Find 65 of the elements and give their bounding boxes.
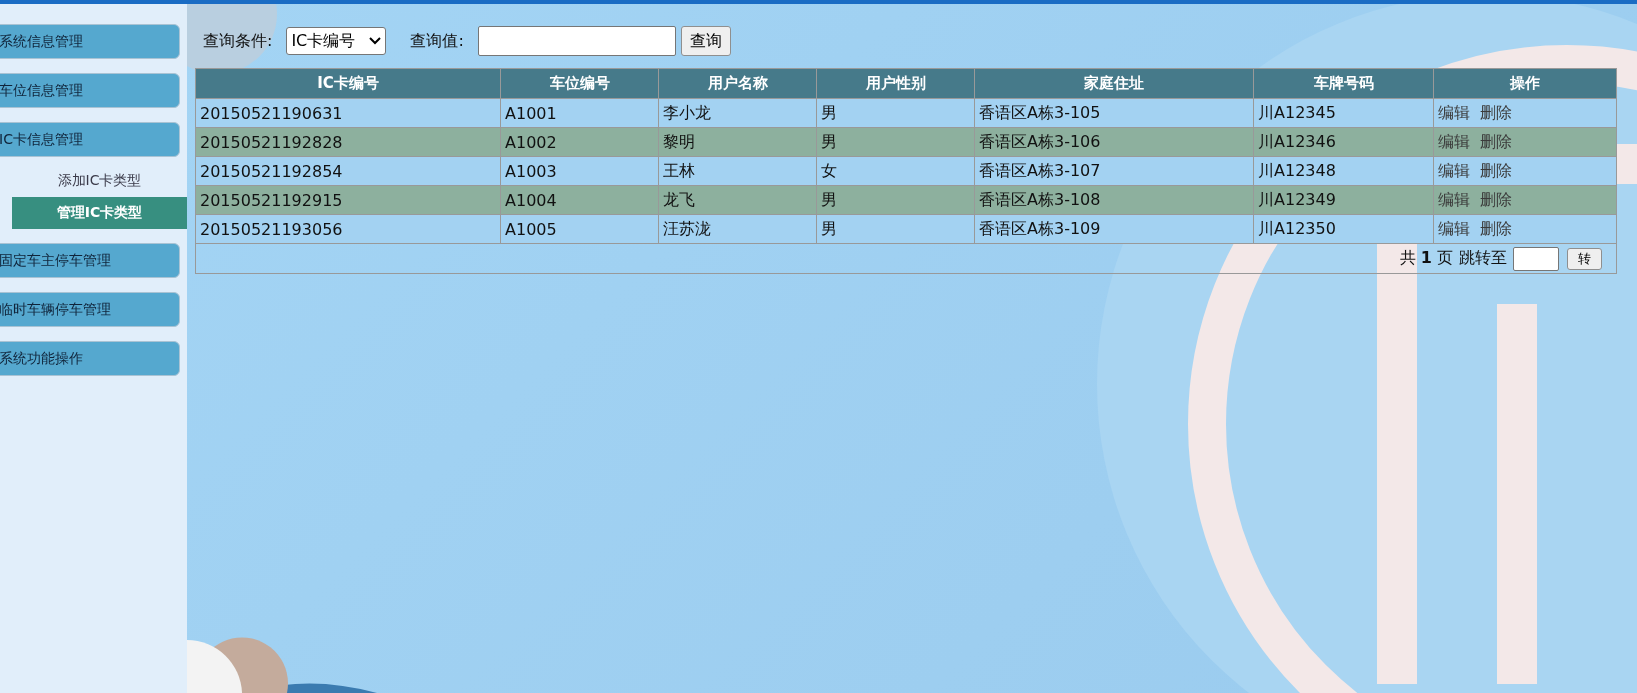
value-label: 查询值: [410, 30, 464, 52]
table-cell: 李小龙 [658, 98, 817, 128]
delete-link[interactable]: 删除 [1480, 102, 1512, 122]
column-header: 操作 [1433, 68, 1617, 99]
table-cell: 川A12348 [1253, 156, 1434, 186]
table-cell: A1001 [500, 98, 659, 128]
column-header: 家庭住址 [974, 68, 1254, 99]
table-cell: 黎明 [658, 127, 817, 157]
table-cell: 龙飞 [658, 185, 817, 215]
table-cell: 香语区A栋3-106 [974, 127, 1254, 157]
menu-item[interactable]: IC卡信息管理 [0, 122, 180, 157]
column-header: 用户名称 [658, 68, 817, 99]
menu-item[interactable]: 车位信息管理 [0, 73, 180, 108]
condition-label: 查询条件: [203, 30, 273, 52]
menu-item[interactable]: 临时车辆停车管理 [0, 292, 180, 327]
table-cell: A1005 [500, 214, 659, 244]
table-cell: 男 [816, 214, 975, 244]
search-button[interactable]: 查询 [680, 26, 731, 56]
table-cell: 王林 [658, 156, 817, 186]
column-header: 用户性别 [816, 68, 975, 99]
table-cell: 香语区A栋3-105 [974, 98, 1254, 128]
table-cell: 20150521192828 [195, 127, 501, 157]
table-cell: 20150521190631 [195, 98, 501, 128]
table-cell: 川A12350 [1253, 214, 1434, 244]
menu-item[interactable]: 系统信息管理 [0, 24, 180, 59]
menu-item[interactable]: 固定车主停车管理 [0, 243, 180, 278]
condition-select[interactable]: IC卡编号 [286, 27, 387, 55]
delete-link[interactable]: 删除 [1480, 218, 1512, 238]
table-cell: 香语区A栋3-107 [974, 156, 1254, 186]
table-cell: 男 [816, 127, 975, 157]
table-cell: 女 [816, 156, 975, 186]
delete-link[interactable]: 删除 [1480, 131, 1512, 151]
table-cell: 川A12349 [1253, 185, 1434, 215]
edit-link[interactable]: 编辑 [1438, 160, 1470, 180]
search-field[interactable] [477, 26, 676, 56]
table-cell: 20150521192854 [195, 156, 501, 186]
table-cell: 20150521192915 [195, 185, 501, 215]
table-cell: 川A12346 [1253, 127, 1434, 157]
submenu-item[interactable]: 添加IC卡类型 [12, 165, 187, 197]
submenu-item[interactable]: 管理IC卡类型 [12, 197, 187, 229]
edit-link[interactable]: 编辑 [1438, 218, 1470, 238]
page-count-text: 共 1 页 [1399, 248, 1453, 269]
table-cell: 20150521193056 [195, 214, 501, 244]
edit-link[interactable]: 编辑 [1438, 189, 1470, 209]
table-cell: 香语区A栋3-108 [974, 185, 1254, 215]
table-cell: 香语区A栋3-109 [974, 214, 1254, 244]
column-header: 车位编号 [500, 68, 659, 99]
edit-link[interactable]: 编辑 [1438, 102, 1470, 122]
column-header: IC卡编号 [195, 68, 501, 99]
edit-link[interactable]: 编辑 [1438, 131, 1470, 151]
table-cell: 汪苏泷 [658, 214, 817, 244]
table-cell: 川A12345 [1253, 98, 1434, 128]
table-cell: 男 [816, 98, 975, 128]
go-button[interactable]: 转 [1567, 247, 1602, 270]
column-header: 车牌号码 [1253, 68, 1434, 99]
table-cell: 男 [816, 185, 975, 215]
chevron-down-icon [369, 37, 382, 45]
table-cell: A1002 [500, 127, 659, 157]
menu-item[interactable]: 系统功能操作 [0, 341, 180, 376]
delete-link[interactable]: 删除 [1480, 160, 1512, 180]
table-cell: A1004 [500, 185, 659, 215]
delete-link[interactable]: 删除 [1480, 189, 1512, 209]
page-field[interactable] [1513, 246, 1559, 271]
table-cell: A1003 [500, 156, 659, 186]
jump-label: 跳转至 [1459, 248, 1507, 269]
